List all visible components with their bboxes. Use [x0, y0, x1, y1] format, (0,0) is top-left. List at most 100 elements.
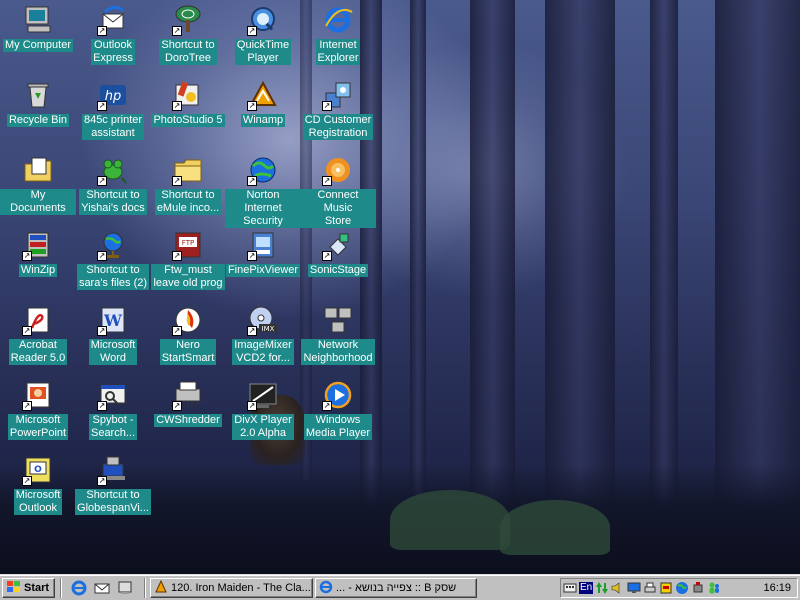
desktop-icon-ftp[interactable]: FTP ↗ Ftw_must leave old prog: [150, 227, 226, 299]
desktop-icon-label: Microsoft PowerPoint: [7, 414, 69, 440]
globespan-icon: ↗: [97, 454, 129, 486]
desktop-icon-word[interactable]: W ↗ Microsoft Word: [75, 302, 151, 374]
cwshredder-icon: ↗: [172, 379, 204, 411]
desktop-icon-powerpoint[interactable]: ↗ Microsoft PowerPoint: [0, 377, 76, 449]
desktop-icon-dorotree[interactable]: ↗ Shortcut to DoroTree: [150, 2, 226, 74]
desktop-icon-sonicstage[interactable]: ↗ SonicStage: [300, 227, 376, 299]
my-computer-icon: [22, 4, 54, 36]
desktop-icon-recycle-bin[interactable]: Recycle Bin: [0, 77, 76, 149]
desktop-icon-network[interactable]: Network Neighborhood: [300, 302, 376, 374]
shortcut-arrow-icon: ↗: [172, 26, 182, 36]
wallpaper-fern: [390, 490, 510, 550]
keyboard-icon[interactable]: [563, 581, 577, 595]
shortcut-arrow-icon: ↗: [97, 401, 107, 411]
start-button[interactable]: Start: [2, 578, 55, 598]
divx-icon: ↗: [247, 379, 279, 411]
desktop[interactable]: My Computer ↗ Outlook Express ↗ Shortcut to …: [0, 0, 800, 574]
outlook-icon: O ↗: [22, 454, 54, 486]
desktop-icon-photostudio[interactable]: ↗ PhotoStudio 5: [150, 77, 226, 149]
shortcut-arrow-icon: ↗: [97, 251, 107, 261]
shortcut-arrow-icon: ↗: [172, 101, 182, 111]
task-button-winamp[interactable]: 120. Iron Maiden - The Cla...: [150, 578, 313, 598]
svg-text:FTP: FTP: [182, 239, 194, 247]
messenger-icon[interactable]: [707, 581, 721, 595]
spybot-icon: ↗: [97, 379, 129, 411]
photostudio-icon: ↗: [172, 79, 204, 111]
desktop-icon-label: My Computer: [2, 39, 74, 52]
wallpaper-fern: [500, 500, 610, 555]
shortcut-arrow-icon: ↗: [322, 251, 332, 261]
desktop-icon-label: Internet Explorer: [315, 39, 361, 65]
taskbar-separator: [144, 578, 146, 598]
task-button-label: שסק B :: צפייה בנושא - ...: [336, 582, 457, 594]
windows-logo-icon: [6, 580, 22, 597]
wallpaper-tree: [650, 0, 678, 540]
desktop-icon-outlook-express[interactable]: ↗ Outlook Express: [75, 2, 151, 74]
desktop-icon-connect-music[interactable]: ↗ Connect Music Store: [300, 152, 376, 228]
desktop-icon-internet-explorer[interactable]: Internet Explorer: [300, 2, 376, 74]
desktop-icon-divx[interactable]: ↗ DivX Player 2.0 Alpha: [225, 377, 301, 449]
acrobat-icon: ↗: [22, 304, 54, 336]
frog-icon: ↗: [97, 154, 129, 186]
language-indicator[interactable]: En: [579, 582, 594, 594]
cd-registration-icon: ↗: [322, 79, 354, 111]
shortcut-arrow-icon: ↗: [247, 101, 257, 111]
desktop-icon-my-documents[interactable]: My Documents: [0, 152, 76, 224]
desktop-icon-label: Recycle Bin: [6, 114, 70, 127]
norton-globe-icon: ↗: [247, 154, 279, 186]
desktop-icon-label: Winamp: [240, 114, 286, 127]
desktop-icon-norton-globe[interactable]: ↗ Norton Internet Security: [225, 152, 301, 228]
monitor-icon[interactable]: [627, 581, 641, 595]
desktop-icon-outlook[interactable]: O ↗ Microsoft Outlook: [0, 452, 76, 524]
svg-text:O: O: [34, 465, 42, 475]
desktop-icon-label: Network Neighborhood: [301, 339, 375, 365]
shortcut-arrow-icon: ↗: [247, 176, 257, 186]
desktop-icon-winzip[interactable]: ↗ WinZip: [0, 227, 76, 299]
usb-icon[interactable]: [691, 581, 705, 595]
desktop-icon-label: DivX Player 2.0 Alpha: [232, 414, 294, 440]
quick-launch-outlook-express-icon[interactable]: [93, 579, 111, 597]
nero-icon: ↗: [172, 304, 204, 336]
shortcut-arrow-icon: ↗: [172, 251, 182, 261]
desktop-icon-frog[interactable]: ↗ Shortcut to Yishai's docs: [75, 152, 151, 224]
shortcut-arrow-icon: ↗: [247, 401, 257, 411]
desktop-icon-globespan[interactable]: ↗ Shortcut to GlobespanVi...: [75, 452, 151, 524]
desktop-icon-media-player[interactable]: ↗ Windows Media Player: [300, 377, 376, 449]
speaker-icon[interactable]: [611, 581, 625, 595]
desktop-icon-label: Ftw_must leave old prog: [151, 264, 225, 290]
desktop-icon-folder[interactable]: ↗ Shortcut to eMule inco...: [150, 152, 226, 224]
desktop-icon-label: CWShredder: [154, 414, 222, 427]
shortcut-arrow-icon: ↗: [97, 176, 107, 186]
antivirus-icon[interactable]: [659, 581, 673, 595]
desktop-icon-globe-stand[interactable]: ↗ Shortcut to sara's files (2): [75, 227, 151, 299]
desktop-icon-cwshredder[interactable]: ↗ CWShredder: [150, 377, 226, 449]
outlook-express-icon: ↗: [97, 4, 129, 36]
task-button-internet-explorer[interactable]: שסק B :: צפייה בנושא - ...: [315, 578, 477, 598]
clock[interactable]: 16:19: [763, 582, 791, 594]
desktop-icon-label: Shortcut to sara's files (2): [76, 264, 150, 290]
desktop-icon-hp-printer[interactable]: hp ↗ 845c printer assistant: [75, 77, 151, 149]
desktop-icon-my-computer[interactable]: My Computer: [0, 2, 76, 74]
desktop-icon-acrobat[interactable]: ↗ Acrobat Reader 5.0: [0, 302, 76, 374]
network-arrows-icon[interactable]: [595, 581, 609, 595]
desktop-icon-label: ImageMixer VCD2 for...: [232, 339, 294, 365]
desktop-icon-spybot[interactable]: ↗ Spybot - Search...: [75, 377, 151, 449]
printer-icon[interactable]: [643, 581, 657, 595]
winamp-icon: ↗: [247, 79, 279, 111]
internet-explorer-icon: [319, 580, 333, 597]
desktop-icon-winamp[interactable]: ↗ Winamp: [225, 77, 301, 149]
quicktime-icon: ↗: [247, 4, 279, 36]
quick-launch-internet-explorer-icon[interactable]: [70, 579, 88, 597]
desktop-icon-finepix[interactable]: ↗ FinePixViewer: [225, 227, 301, 299]
quick-launch-show-desktop-icon[interactable]: [116, 579, 134, 597]
shortcut-arrow-icon: ↗: [247, 326, 257, 336]
desktop-icon-imagemixer[interactable]: IMX ↗ ImageMixer VCD2 for...: [225, 302, 301, 374]
desktop-icon-cd-registration[interactable]: ↗ CD Customer Registration: [300, 77, 376, 149]
powerpoint-icon: ↗: [22, 379, 54, 411]
globe-icon[interactable]: [675, 581, 689, 595]
globe-stand-icon: ↗: [97, 229, 129, 261]
desktop-icon-quicktime[interactable]: ↗ QuickTime Player: [225, 2, 301, 74]
desktop-icon-nero[interactable]: ↗ Nero StartSmart: [150, 302, 226, 374]
taskbar: Start 120. Iron Maiden - The Cla... שסק …: [0, 574, 800, 600]
desktop-icon-label: Nero StartSmart: [159, 339, 217, 365]
